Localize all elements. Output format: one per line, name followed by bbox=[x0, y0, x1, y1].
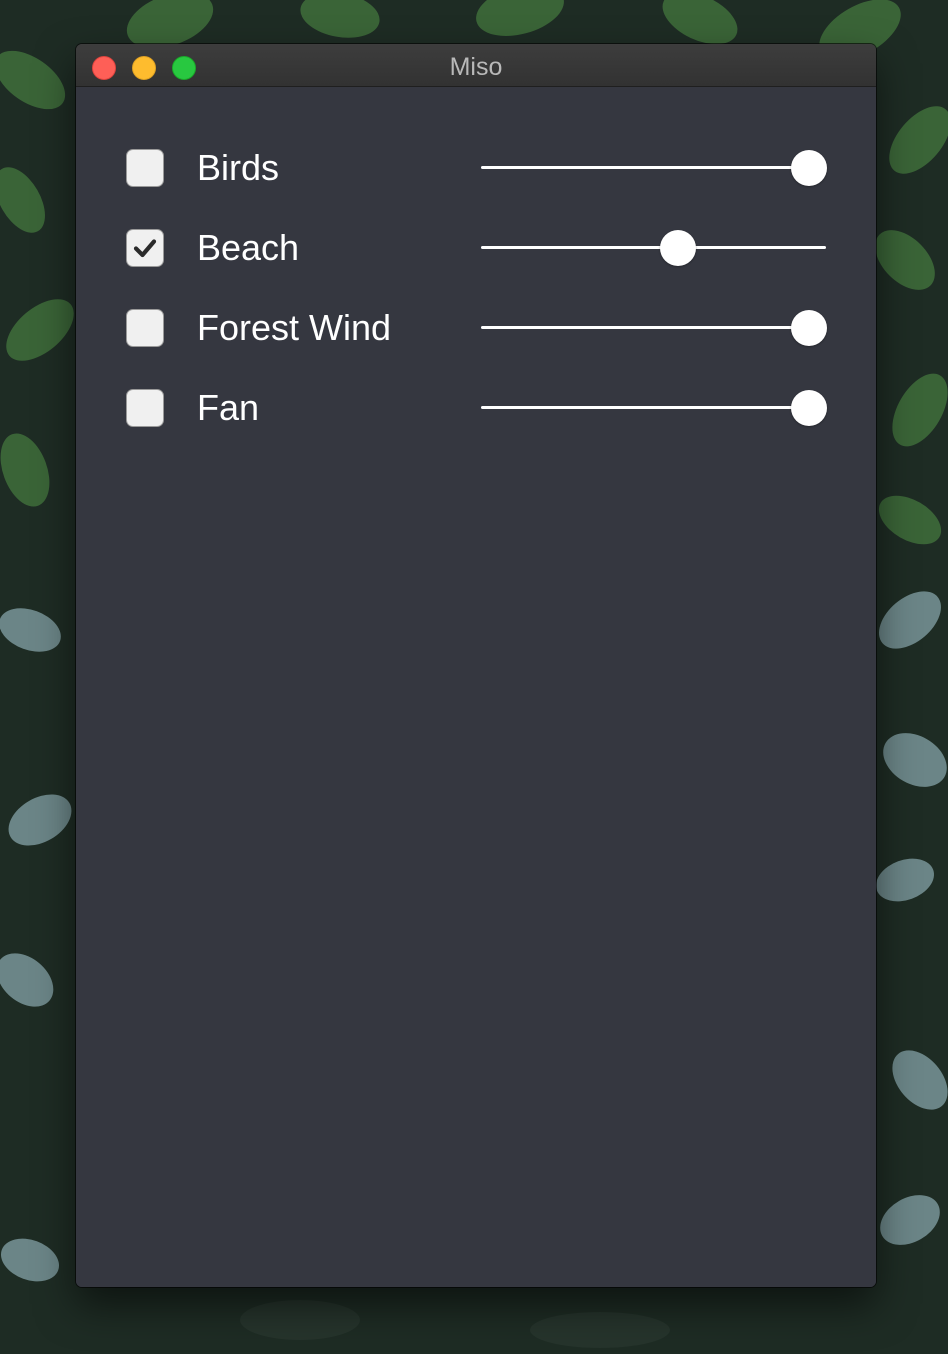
volume-slider[interactable] bbox=[481, 230, 826, 266]
volume-slider[interactable] bbox=[481, 310, 827, 346]
sound-checkbox[interactable] bbox=[126, 389, 164, 427]
slider-thumb[interactable] bbox=[790, 310, 827, 346]
slider-thumb[interactable] bbox=[790, 390, 827, 426]
slider-track bbox=[481, 326, 826, 329]
app-window: Miso Birds Beach Forest Wind Fan bbox=[76, 44, 876, 1287]
sound-label: Forest Wind bbox=[197, 307, 392, 348]
title-bar[interactable]: Miso bbox=[76, 44, 876, 87]
sound-list: Birds Beach Forest Wind Fan bbox=[76, 87, 876, 1287]
slider-track bbox=[481, 406, 826, 409]
sound-checkbox[interactable] bbox=[126, 229, 164, 267]
sound-row-fan: Fan bbox=[76, 378, 876, 438]
volume-slider[interactable] bbox=[481, 150, 827, 186]
sound-row-forest-wind: Forest Wind bbox=[76, 298, 876, 358]
slider-thumb[interactable] bbox=[659, 230, 696, 266]
slider-track bbox=[481, 246, 826, 249]
slider-track bbox=[481, 166, 826, 169]
sound-row-beach: Beach bbox=[76, 218, 876, 278]
slider-thumb[interactable] bbox=[790, 150, 827, 186]
sound-row-birds: Birds bbox=[76, 138, 876, 198]
sound-label: Birds bbox=[197, 147, 280, 188]
sound-checkbox[interactable] bbox=[126, 149, 164, 187]
checkmark-icon bbox=[133, 239, 157, 258]
sound-label: Beach bbox=[197, 227, 300, 268]
volume-slider[interactable] bbox=[481, 390, 827, 426]
sound-checkbox[interactable] bbox=[126, 309, 164, 347]
window-title: Miso bbox=[449, 53, 503, 81]
sound-label: Fan bbox=[197, 387, 260, 428]
